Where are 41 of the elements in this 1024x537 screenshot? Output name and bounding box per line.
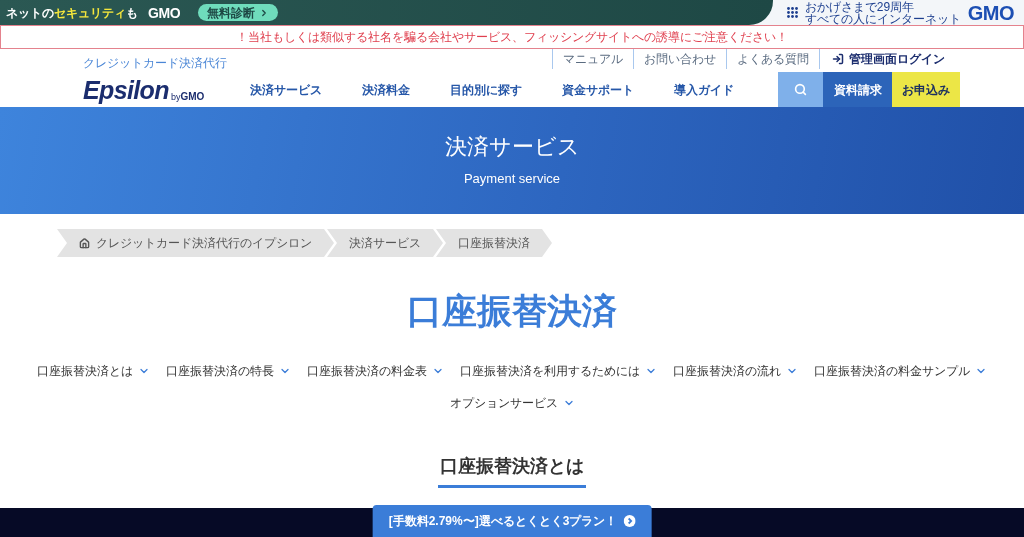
page-title: 口座振替決済	[407, 293, 617, 328]
breadcrumb-link[interactable]: 口座振替決済	[436, 229, 552, 257]
login-icon	[832, 53, 844, 65]
hero-title: 決済サービス	[444, 136, 580, 158]
nav-link[interactable]: 決済料金	[362, 80, 410, 99]
anchor-link[interactable]: 口座振替決済の料金表	[307, 363, 444, 379]
nav-link[interactable]: 決済サービス	[250, 80, 322, 99]
anchor-link[interactable]: 口座振替決済を利用するためには	[460, 363, 657, 379]
anchor-link[interactable]: 口座振替決済の特長	[166, 363, 291, 379]
anchor-link[interactable]: 口座振替決済の料金サンプル	[814, 363, 987, 379]
plan-banner-button[interactable]: [手数料2.79%〜]選べるとくとく3プラン！	[372, 505, 652, 537]
request-materials-button[interactable]: 資料請求	[823, 72, 892, 107]
promo-text: ネットのセキュリティ も	[6, 6, 138, 19]
tagline-text: すべての人にインターネット	[804, 12, 961, 25]
site-logo[interactable]: Epsilon byGMO	[83, 78, 205, 103]
tagline-text: おかげさまで29周年	[804, 0, 916, 13]
utility-link[interactable]: お問い合わせ	[633, 49, 726, 69]
utility-link[interactable]: よくある質問	[726, 49, 820, 69]
alert-text: ！当社もしくは類似する社名を騙る会社やサービス、フィッシングサイトへの誘導にご注意ください！	[236, 31, 788, 43]
hero-subtitle: Payment service	[463, 172, 561, 185]
section-heading: 口座振替決済とは	[438, 457, 586, 488]
apply-button[interactable]: お申込み	[892, 72, 960, 107]
top-bar-logo: GMO	[148, 5, 181, 20]
breadcrumb-link[interactable]: 決済サービス	[327, 229, 443, 257]
anchor-link[interactable]: オプションサービス	[449, 395, 575, 411]
breadcrumb-link[interactable]: クレジットカード決済代行のイプシロン	[57, 229, 334, 257]
anchor-link[interactable]: 口座振替決済の流れ	[673, 363, 798, 379]
corporate-logo: GMO	[967, 2, 1014, 23]
dot-grid-icon	[786, 7, 798, 18]
free-check-button[interactable]: 無料診断	[198, 4, 279, 21]
chevron-right-circle-icon	[623, 515, 636, 527]
nav-link[interactable]: 資金サポート	[562, 80, 634, 99]
utility-link[interactable]: マニュアル	[552, 49, 633, 69]
anchor-link[interactable]: 口座振替決済とは	[37, 363, 150, 379]
home-icon	[79, 237, 90, 249]
site-tagline: クレジットカード決済代行	[83, 57, 227, 69]
nav-link[interactable]: 導入ガイド	[674, 80, 734, 99]
nav-link[interactable]: 目的別に探す	[450, 80, 522, 99]
search-icon	[794, 83, 807, 96]
search-button[interactable]	[778, 72, 823, 107]
login-link[interactable]: 管理画面ログイン	[832, 49, 945, 69]
